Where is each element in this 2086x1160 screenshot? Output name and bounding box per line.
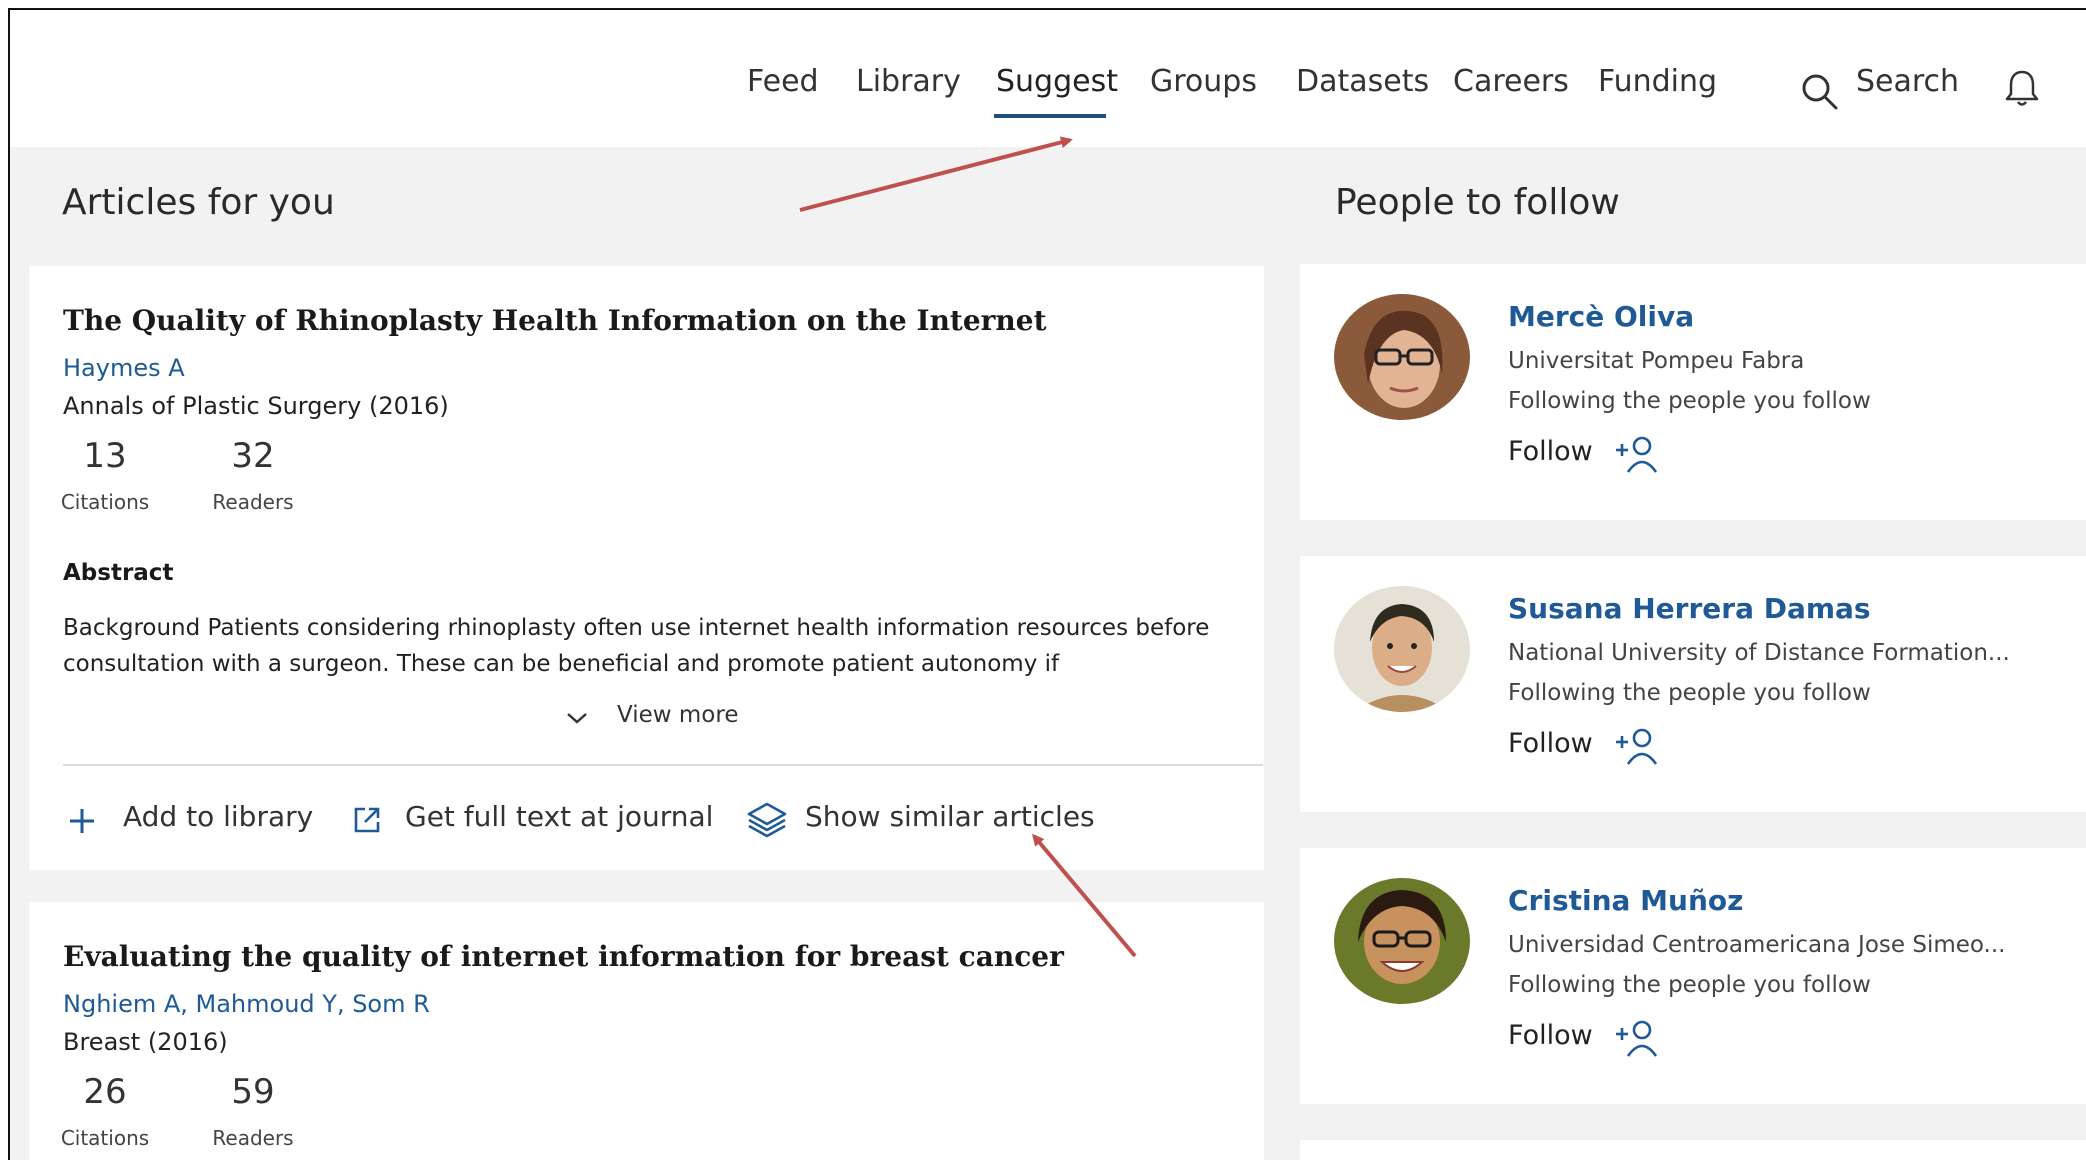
citations-label: Citations xyxy=(60,1126,150,1150)
abstract-heading: Abstract xyxy=(63,560,174,586)
person-card xyxy=(1300,1140,2086,1160)
readers-count: 32 xyxy=(231,436,275,476)
annotation-arrow-suggest xyxy=(799,136,1073,212)
follow-label: Follow xyxy=(1508,436,1593,467)
citations-count: 13 xyxy=(83,436,127,476)
card-divider xyxy=(63,764,1263,766)
external-link-icon[interactable] xyxy=(351,804,383,836)
avatar[interactable] xyxy=(1334,294,1470,420)
person-institution: National University of Distance Formatio… xyxy=(1508,640,2010,666)
follow-button[interactable]: Follow xyxy=(1508,436,1658,473)
article-title[interactable]: Evaluating the quality of internet infor… xyxy=(63,940,1064,973)
article-journal: Annals of Plastic Surgery (2016) xyxy=(63,392,449,420)
nav-datasets[interactable]: Datasets xyxy=(1296,64,1429,99)
readers-label: Readers xyxy=(212,490,294,514)
person-name[interactable]: Mercè Oliva xyxy=(1508,300,1694,333)
person-card: Cristina Muñoz Universidad Centroamerica… xyxy=(1300,848,2086,1104)
person-institution: Universitat Pompeu Fabra xyxy=(1508,348,1805,374)
nav-funding[interactable]: Funding xyxy=(1598,64,1717,99)
follow-label: Follow xyxy=(1508,728,1593,759)
search-button[interactable]: Search xyxy=(1856,64,1959,99)
person-institution: Universidad Centroamericana Jose Simeo..… xyxy=(1508,932,2006,958)
people-section-title: People to follow xyxy=(1335,182,1620,223)
search-icon[interactable] xyxy=(1800,72,1840,112)
readers-count: 59 xyxy=(231,1072,275,1112)
article-card: Evaluating the quality of internet infor… xyxy=(29,902,1264,1160)
chevron-down-icon[interactable] xyxy=(565,710,589,726)
article-journal: Breast (2016) xyxy=(63,1028,228,1056)
articles-section-title: Articles for you xyxy=(62,182,335,223)
view-more-button[interactable]: View more xyxy=(617,702,738,728)
add-person-icon xyxy=(1616,728,1658,765)
get-full-text-button[interactable]: Get full text at journal xyxy=(405,800,713,833)
plus-icon[interactable] xyxy=(67,806,97,836)
nav-active-underline xyxy=(994,114,1106,118)
nav-groups[interactable]: Groups xyxy=(1150,64,1257,99)
add-person-icon xyxy=(1616,436,1658,473)
citations-label: Citations xyxy=(60,490,150,514)
citations-count: 26 xyxy=(83,1072,127,1112)
show-similar-articles-button[interactable]: Show similar articles xyxy=(805,800,1095,833)
follow-label: Follow xyxy=(1508,1020,1593,1051)
person-reason: Following the people you follow xyxy=(1508,972,1871,998)
person-card: Mercè Oliva Universitat Pompeu Fabra Fol… xyxy=(1300,264,2086,520)
follow-button[interactable]: Follow xyxy=(1508,1020,1658,1057)
article-title[interactable]: The Quality of Rhinoplasty Health Inform… xyxy=(63,304,1047,337)
nav-feed[interactable]: Feed xyxy=(747,64,819,99)
abstract-text: Background Patients considering rhinopla… xyxy=(63,615,1210,677)
nav-suggest[interactable]: Suggest xyxy=(996,64,1118,99)
bell-icon[interactable] xyxy=(2000,66,2044,110)
nav-careers[interactable]: Careers xyxy=(1453,64,1569,99)
article-authors[interactable]: Haymes A xyxy=(63,354,185,382)
person-name[interactable]: Susana Herrera Damas xyxy=(1508,592,1871,625)
add-person-icon xyxy=(1616,1020,1658,1057)
add-to-library-button[interactable]: Add to library xyxy=(123,800,313,833)
article-card: The Quality of Rhinoplasty Health Inform… xyxy=(29,266,1264,870)
app-frame: Feed Library Suggest Groups Datasets Car… xyxy=(8,8,2086,1160)
person-reason: Following the people you follow xyxy=(1508,680,1871,706)
top-navigation: Feed Library Suggest Groups Datasets Car… xyxy=(10,10,2086,147)
layers-icon[interactable] xyxy=(745,800,789,840)
avatar[interactable] xyxy=(1334,586,1470,712)
person-reason: Following the people you follow xyxy=(1508,388,1871,414)
article-authors[interactable]: Nghiem A, Mahmoud Y, Som R xyxy=(63,990,430,1018)
readers-label: Readers xyxy=(212,1126,294,1150)
follow-button[interactable]: Follow xyxy=(1508,728,1658,765)
person-card: Susana Herrera Damas National University… xyxy=(1300,556,2086,812)
avatar[interactable] xyxy=(1334,878,1470,1004)
nav-library[interactable]: Library xyxy=(856,64,961,99)
person-name[interactable]: Cristina Muñoz xyxy=(1508,884,1743,917)
